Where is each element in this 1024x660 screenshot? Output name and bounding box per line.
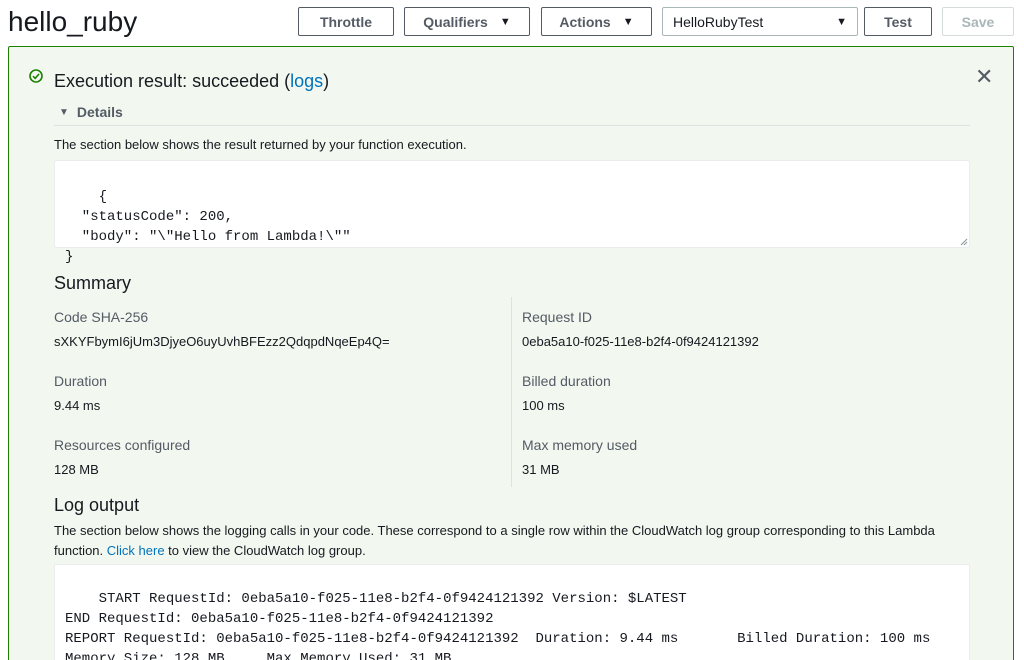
cloudwatch-link[interactable]: Click here: [107, 543, 165, 558]
success-check-icon: [29, 69, 43, 83]
close-icon[interactable]: ✕: [975, 65, 993, 89]
duration-label: Duration: [54, 373, 107, 389]
actions-button[interactable]: Actions ▼: [541, 7, 652, 36]
test-event-selected: HelloRubyTest: [673, 13, 764, 30]
summary-divider: [511, 297, 512, 487]
execution-result-panel: Execution result: succeeded (logs) ✕ ▼ D…: [8, 46, 1014, 660]
actions-label: Actions: [559, 13, 611, 30]
result-title-prefix: Execution result: succeeded (: [54, 71, 291, 91]
resources-configured-value: 128 MB: [54, 462, 99, 477]
log-output-text: START RequestId: 0eba5a10-f025-11e8-b2f4…: [65, 591, 931, 660]
code-sha-label: Code SHA-256: [54, 309, 149, 325]
billed-duration-value: 100 ms: [522, 398, 565, 413]
billed-duration-label: Billed duration: [522, 373, 611, 389]
summary-heading: Summary: [54, 273, 132, 293]
log-description: The section below shows the logging call…: [54, 521, 974, 561]
result-output-text: { "statusCode": 200, "body": "\"Hello fr…: [65, 189, 351, 265]
save-button[interactable]: Save: [942, 7, 1014, 36]
duration-value: 9.44 ms: [54, 398, 101, 413]
test-event-select[interactable]: HelloRubyTest ▼: [662, 7, 858, 36]
result-description: The section below shows the result retur…: [54, 137, 467, 152]
throttle-button[interactable]: Throttle: [298, 7, 394, 36]
caret-down-icon: ▼: [622, 15, 634, 28]
request-id-value: 0eba5a10-f025-11e8-b2f4-0f9424121392: [522, 334, 759, 349]
code-sha-value: sXKYFbymI6jUm3DjyeO6uyUvhBFEzz2QdqpdNqeE…: [54, 334, 390, 349]
qualifiers-label: Qualifiers: [423, 13, 488, 30]
resize-grip-icon[interactable]: [959, 237, 968, 246]
save-label: Save: [961, 13, 995, 30]
log-description-text-end: to view the CloudWatch log group.: [164, 543, 366, 558]
log-output-box[interactable]: START RequestId: 0eba5a10-f025-11e8-b2f4…: [54, 564, 970, 660]
max-memory-label: Max memory used: [522, 437, 638, 453]
request-id-label: Request ID: [522, 309, 593, 325]
resources-configured-label: Resources configured: [54, 437, 191, 453]
result-output-box[interactable]: { "statusCode": 200, "body": "\"Hello fr…: [54, 160, 970, 265]
max-memory-value: 31 MB: [522, 462, 560, 477]
logs-link[interactable]: logs: [290, 71, 323, 91]
caret-down-icon: ▼: [499, 15, 511, 28]
test-button[interactable]: Test: [864, 7, 932, 36]
throttle-label: Throttle: [319, 13, 373, 30]
log-output-heading: Log output: [54, 495, 140, 515]
execution-result-title: Execution result: succeeded (logs): [54, 71, 329, 92]
details-label: Details: [76, 104, 123, 120]
qualifiers-button[interactable]: Qualifiers ▼: [404, 7, 530, 36]
test-label: Test: [884, 13, 912, 30]
function-name-title: hello_ruby: [8, 6, 138, 37]
details-toggle[interactable]: ▼ Details: [59, 104, 123, 120]
result-title-suffix: ): [323, 71, 330, 91]
triangle-down-icon: ▼: [59, 106, 69, 118]
divider: [54, 125, 970, 126]
caret-down-icon: ▼: [836, 15, 847, 28]
